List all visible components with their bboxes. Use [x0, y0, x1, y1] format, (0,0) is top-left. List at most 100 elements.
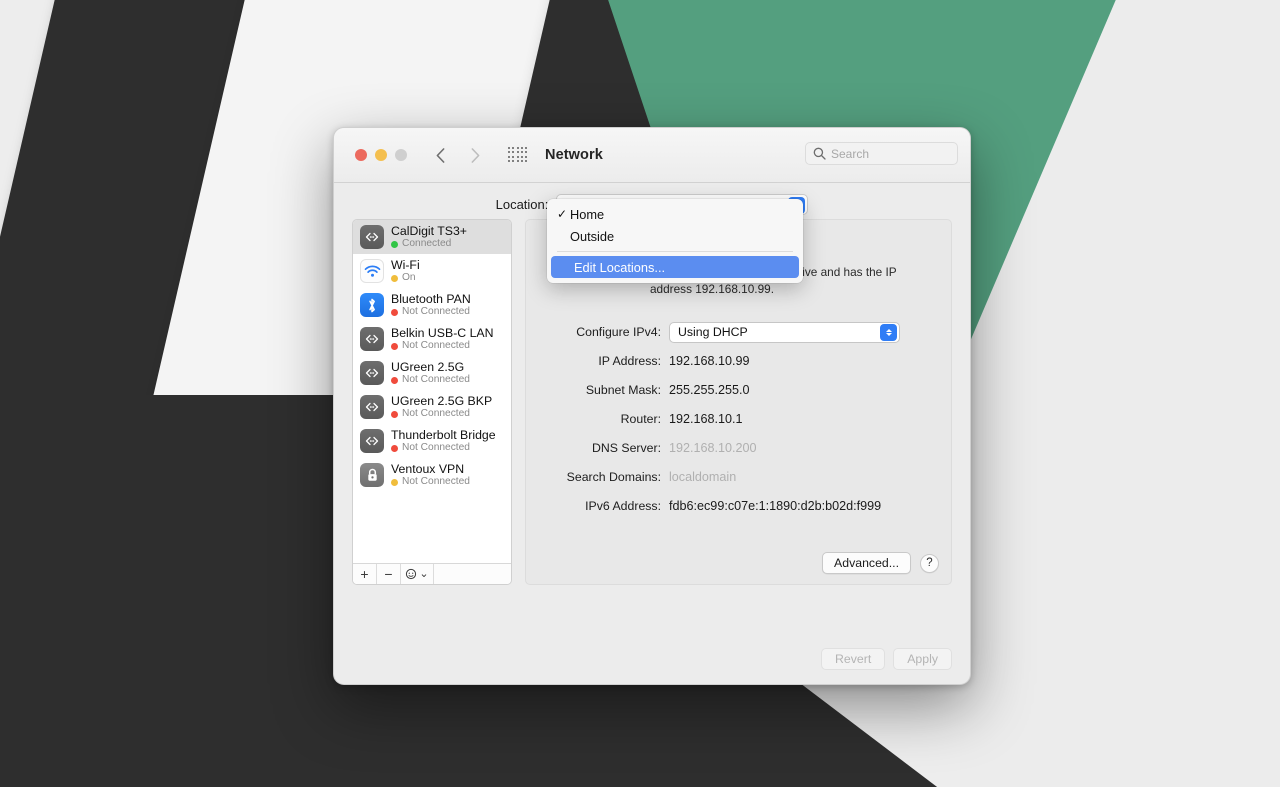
status-dot	[391, 240, 398, 248]
list-item[interactable]: Wi-Fi On	[353, 254, 511, 288]
field-row-subnet-mask: Subnet Mask: 255.255.255.0	[526, 376, 935, 405]
page-title: Network	[545, 147, 603, 163]
field-value: 192.168.10.1	[669, 412, 743, 426]
configure-ipv4-value: Using DHCP	[678, 325, 748, 339]
field-row-ip-address: IP Address: 192.168.10.99	[526, 347, 935, 376]
service-status: Not Connected	[391, 340, 494, 352]
search-field[interactable]	[805, 142, 958, 165]
status-dot	[391, 410, 398, 418]
field-value: localdomain	[669, 470, 737, 484]
service-status: Not Connected	[391, 374, 470, 386]
apply-button[interactable]: Apply	[893, 648, 952, 670]
menu-item-outside[interactable]: Outside	[547, 225, 803, 247]
service-name: Ventoux VPN	[391, 462, 465, 477]
status-dot	[391, 478, 398, 486]
service-name: UGreen 2.5G	[391, 360, 465, 375]
service-status: Connected	[391, 238, 467, 250]
menu-item-label: Outside	[570, 228, 615, 244]
remove-service-button[interactable]: −	[377, 564, 401, 584]
field-label: Router:	[620, 412, 661, 426]
minimize-button[interactable]	[375, 149, 387, 161]
list-item[interactable]: Ventoux VPN Not Connected	[353, 458, 511, 492]
service-status: Not Connected	[391, 442, 496, 454]
service-name: Bluetooth PAN	[391, 292, 471, 307]
status-dot	[391, 342, 398, 350]
help-button[interactable]: ?	[920, 553, 939, 573]
detail-action-buttons: Advanced... ?	[822, 552, 939, 574]
ethernet-icon	[360, 395, 384, 419]
window-footer-buttons: Revert Apply	[821, 648, 952, 670]
service-status: Not Connected	[391, 306, 471, 318]
list-item[interactable]: UGreen 2.5G Not Connected	[353, 356, 511, 390]
service-name: CalDigit TS3+	[391, 224, 467, 239]
service-name: Wi-Fi	[391, 258, 420, 273]
network-preferences-window: Network Location: Home	[333, 127, 971, 685]
sidebar-toolbar: + − ⌄	[353, 563, 511, 584]
back-button[interactable]	[429, 141, 451, 169]
checkmark-icon: ✓	[557, 207, 568, 221]
list-item[interactable]: Bluetooth PAN Not Connected	[353, 288, 511, 322]
field-label: Search Domains:	[566, 470, 661, 484]
lock-icon	[360, 463, 384, 487]
service-status: Not Connected	[391, 476, 470, 488]
field-row-search-domains: Search Domains: localdomain	[526, 463, 935, 492]
forward-button[interactable]	[464, 141, 486, 169]
list-item[interactable]: Belkin USB-C LAN Not Connected	[353, 322, 511, 356]
window-titlebar: Network	[334, 128, 970, 183]
zoom-button[interactable]	[395, 149, 407, 161]
ethernet-icon	[360, 361, 384, 385]
location-label: Location:	[495, 197, 549, 212]
field-label: Configure IPv4:	[576, 325, 661, 339]
field-label: IPv6 Address:	[585, 499, 661, 513]
add-service-button[interactable]: +	[353, 564, 377, 584]
status-dot	[391, 376, 398, 384]
bluetooth-icon	[360, 293, 384, 317]
service-name: Thunderbolt Bridge	[391, 428, 496, 443]
service-actions-button[interactable]: ⌄	[401, 564, 434, 584]
close-button[interactable]	[355, 149, 367, 161]
status-dot	[391, 274, 398, 282]
status-dot	[391, 308, 398, 316]
list-item[interactable]: UGreen 2.5G BKP Not Connected	[353, 390, 511, 424]
service-name: Belkin USB-C LAN	[391, 326, 494, 341]
status-dot	[391, 444, 398, 452]
ethernet-icon	[360, 225, 384, 249]
menu-item-edit-locations[interactable]: Edit Locations...	[551, 256, 799, 278]
traffic-light-buttons	[355, 149, 407, 161]
list-item[interactable]: CalDigit TS3+ Connected	[353, 220, 511, 254]
list-item[interactable]: Thunderbolt Bridge Not Connected	[353, 424, 511, 458]
field-value: 192.168.10.99	[669, 354, 750, 368]
field-row-dns-server: DNS Server: 192.168.10.200	[526, 434, 935, 463]
service-status: Not Connected	[391, 408, 492, 420]
chevron-down-icon: ⌄	[419, 567, 429, 580]
menu-item-label: Edit Locations...	[574, 259, 666, 275]
wifi-icon	[360, 259, 384, 283]
advanced-button[interactable]: Advanced...	[822, 552, 911, 574]
service-status: On	[391, 272, 420, 284]
ethernet-icon	[360, 429, 384, 453]
ethernet-icon	[360, 327, 384, 351]
network-services-sidebar: CalDigit TS3+ Connected Wi-Fi On Bluetoo…	[352, 219, 512, 585]
navigation-buttons	[429, 141, 486, 169]
field-label: IP Address:	[598, 354, 661, 368]
menu-item-home[interactable]: ✓ Home	[547, 203, 803, 225]
search-icon	[813, 147, 826, 160]
field-row-router: Router: 192.168.10.1	[526, 405, 935, 434]
search-input[interactable]	[831, 146, 950, 161]
field-label: DNS Server:	[591, 441, 661, 455]
network-services-list: CalDigit TS3+ Connected Wi-Fi On Bluetoo…	[353, 220, 511, 563]
menu-item-label: Home	[570, 206, 605, 222]
location-dropdown-menu: ✓ Home Outside Edit Locations...	[547, 199, 803, 283]
field-value: 192.168.10.200	[669, 441, 757, 455]
revert-button[interactable]: Revert	[821, 648, 886, 670]
sidebar-toolbar-filler	[434, 564, 511, 584]
field-label: Subnet Mask:	[585, 383, 661, 397]
field-value: 255.255.255.0	[669, 383, 750, 397]
service-name: UGreen 2.5G BKP	[391, 394, 493, 409]
ip-configuration-fields: Configure IPv4: Using DHCP IP Address: 1…	[526, 318, 935, 521]
configure-ipv4-select[interactable]: Using DHCP	[669, 321, 900, 343]
field-row-configure-ipv4: Configure IPv4: Using DHCP	[526, 318, 935, 347]
menu-separator	[557, 251, 793, 252]
show-all-preferences-icon[interactable]	[508, 147, 528, 163]
desktop-background: Network Location: Home	[0, 0, 1280, 787]
